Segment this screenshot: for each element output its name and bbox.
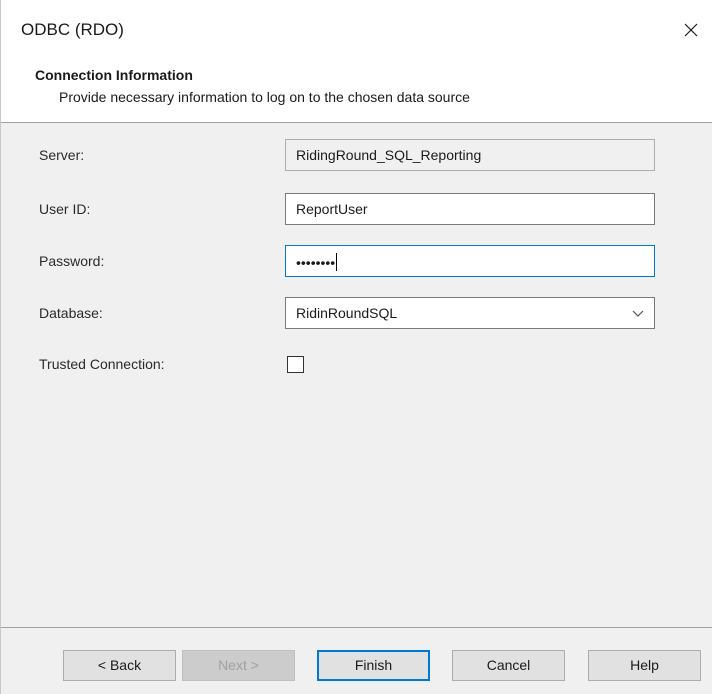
database-select[interactable]: RidinRoundSQL xyxy=(285,297,655,329)
title-bar: ODBC (RDO) xyxy=(1,0,712,63)
back-button[interactable]: < Back xyxy=(63,650,176,681)
header-subtitle: Provide necessary information to log on … xyxy=(59,89,470,105)
odbc-dialog: ODBC (RDO) Connection Information Provid… xyxy=(0,0,712,694)
trusted-connection-checkbox[interactable] xyxy=(287,356,304,373)
user-id-label: User ID: xyxy=(39,201,91,217)
server-label: Server: xyxy=(39,147,85,163)
password-field[interactable]: •••••••• xyxy=(285,245,655,277)
database-label: Database: xyxy=(39,305,103,321)
user-id-field[interactable]: ReportUser xyxy=(285,193,655,225)
help-button[interactable]: Help xyxy=(588,650,701,681)
database-selected-value: RidinRoundSQL xyxy=(296,305,398,321)
password-label: Password: xyxy=(39,253,105,269)
close-icon xyxy=(684,23,698,37)
footer-divider xyxy=(1,627,712,628)
wizard-header: Connection Information Provide necessary… xyxy=(1,63,712,123)
finish-button[interactable]: Finish xyxy=(317,650,430,681)
window-title: ODBC (RDO) xyxy=(21,20,124,39)
close-button[interactable] xyxy=(673,14,709,46)
header-title: Connection Information xyxy=(35,67,193,83)
server-field: RidingRound_SQL_Reporting xyxy=(285,139,655,171)
trusted-connection-label: Trusted Connection: xyxy=(39,356,165,372)
next-button[interactable]: Next > xyxy=(182,650,295,681)
text-caret xyxy=(336,253,338,272)
cancel-button[interactable]: Cancel xyxy=(452,650,565,681)
password-masked-value: •••••••• xyxy=(296,254,336,271)
chevron-down-icon xyxy=(632,310,644,317)
